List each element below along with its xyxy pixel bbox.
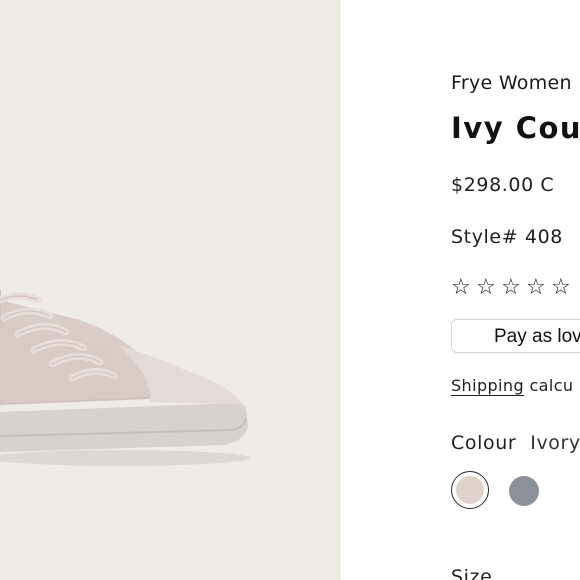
colour-row: Colour Ivory: [451, 432, 580, 454]
brand-name: Frye Women: [451, 72, 572, 94]
star-outline-icon[interactable]: ☆: [501, 276, 526, 300]
shipping-note: Shipping calcu: [451, 376, 573, 395]
star-outline-icon[interactable]: ☆: [451, 276, 476, 300]
star-rating[interactable]: ☆ ☆ ☆ ☆ ☆: [451, 276, 576, 300]
style-number: Style# 408: [451, 226, 563, 248]
pay-as-low-as-button[interactable]: Pay as lov: [451, 319, 580, 353]
product-image-gallery[interactable]: [0, 0, 341, 580]
colour-label: Colour: [451, 432, 517, 454]
size-label: Size: [451, 566, 493, 580]
star-outline-icon[interactable]: ☆: [526, 276, 551, 300]
shipping-rest-text: calcu: [524, 376, 574, 395]
product-info-panel: Frye Women Ivy Cour $298.00 C Style# 408…: [451, 0, 580, 580]
swatch-grey[interactable]: [509, 476, 539, 506]
star-outline-icon[interactable]: ☆: [551, 276, 576, 300]
product-price: $298.00 C: [451, 174, 555, 196]
colour-value: Ivory: [530, 432, 580, 454]
shipping-link[interactable]: Shipping: [451, 376, 524, 395]
star-outline-icon[interactable]: ☆: [476, 276, 501, 300]
product-image: [0, 290, 250, 466]
swatch-ivory[interactable]: [456, 476, 484, 504]
product-title: Ivy Cour: [451, 111, 580, 145]
